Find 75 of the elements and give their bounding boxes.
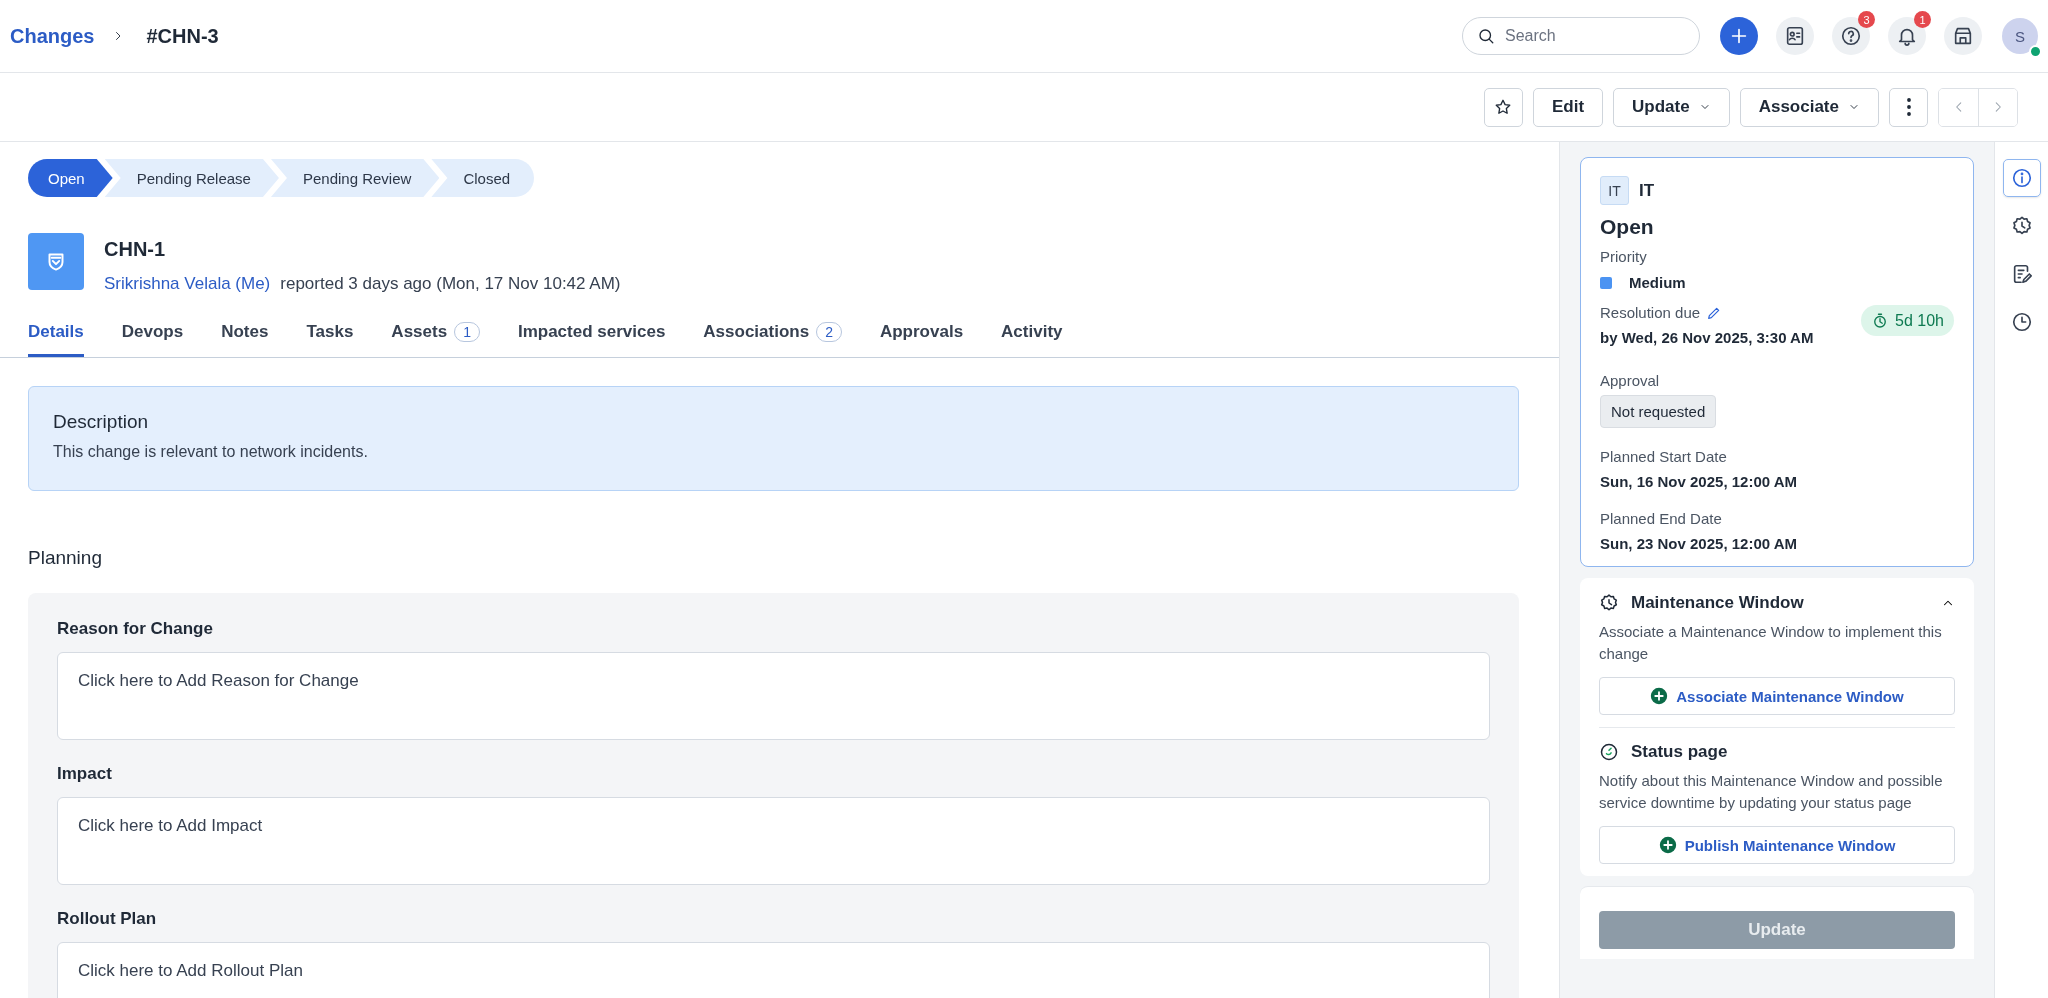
due-date: by Wed, 26 Nov 2025, 3:30 AM (1600, 329, 1814, 346)
field-label: Impact (57, 764, 113, 784)
add-button[interactable] (1720, 17, 1758, 55)
publish-button[interactable]: Publish Maintenance Window (1599, 826, 1955, 864)
section-title: Maintenance Window (1631, 593, 1805, 613)
gear-icon (1599, 593, 1619, 613)
description-text: This change is relevant to network incidents. (53, 443, 369, 461)
breadcrumb-link[interactable]: Changes (10, 24, 95, 48)
status-step[interactable]: Pending Review (270, 159, 440, 197)
tab[interactable]: Assets 1 (391, 322, 480, 357)
star-icon (1494, 98, 1513, 116)
date-value: Sun, 23 Nov 2025, 12:00 AM (1600, 535, 1799, 552)
store-icon (1952, 25, 1974, 47)
associate-button[interactable]: Associate Maintenance Window (1599, 677, 1955, 715)
record-title: CHN-1 (104, 238, 167, 261)
edit-button[interactable]: Edit (1532, 87, 1604, 127)
gear-icon (2010, 215, 2033, 237)
timer-badge: 5d 10h (1861, 305, 1954, 336)
date-value: Sun, 16 Nov 2025, 12:00 AM (1600, 473, 1799, 490)
tab[interactable]: Activity (1001, 322, 1063, 357)
count-badge: 3 (1858, 11, 1875, 28)
info-icon (2010, 167, 2033, 189)
reporter-link[interactable]: Srikrishna Velala (Me) (104, 274, 271, 294)
field-label: Resolution due (1600, 304, 1701, 321)
status-page-icon (1599, 742, 1619, 762)
search-icon (1477, 27, 1495, 45)
dropdown-button[interactable]: Associate (1739, 87, 1879, 127)
tab[interactable]: Associations 2 (703, 322, 842, 357)
text-field[interactable]: Click here to Add Impact (57, 797, 1490, 885)
contact-card-icon (1784, 25, 1806, 47)
tab[interactable]: Tasks (306, 322, 354, 357)
tab[interactable]: Impacted services (517, 322, 666, 357)
more-icon (1906, 98, 1911, 116)
field-label: Planned End Date (1600, 510, 1723, 527)
section-title: Planning (28, 547, 103, 569)
tab[interactable]: Devops (121, 322, 184, 357)
reported-time: reported 3 days ago (Mon, 17 Nov 10:42 AM) (280, 274, 621, 294)
side-panel-tab[interactable] (2002, 159, 2041, 197)
favorite-button[interactable] (1483, 87, 1523, 127)
section-title: Description (53, 411, 150, 433)
help-text: Notify about this Maintenance Window and possible service downtime by updating your status page (1599, 771, 1944, 813)
field-label: Rollout Plan (57, 909, 158, 929)
search-field[interactable]: Search (1462, 17, 1700, 55)
count-badge: 1 (1914, 11, 1931, 28)
dropdown-button[interactable]: Update (1613, 87, 1730, 127)
help-button[interactable] (1832, 17, 1870, 55)
field-label: Planned Start Date (1600, 448, 1728, 465)
status-step[interactable]: Open (28, 159, 113, 197)
tab[interactable]: Approvals (879, 322, 964, 357)
field-label: Reason for Change (57, 619, 214, 639)
contacts-button[interactable] (1776, 17, 1814, 55)
workspace-name: IT (1639, 180, 1655, 201)
status-text: Open (1600, 215, 1655, 239)
workspace-badge: IT (1600, 176, 1629, 205)
clock-icon (2010, 311, 2033, 333)
help-text: Associate a Maintenance Window to implement this change (1599, 622, 1943, 664)
store-button[interactable] (1944, 17, 1982, 55)
field-label: Approval (1600, 372, 1661, 389)
help-icon (1840, 25, 1862, 47)
tab[interactable]: Notes (221, 322, 269, 357)
notifications-button[interactable] (1888, 17, 1926, 55)
page-title: #CHN-3 (146, 24, 219, 48)
user-avatar[interactable]: S (2002, 18, 2038, 54)
section-title: Status page (1631, 742, 1729, 762)
tab[interactable]: Details (28, 322, 84, 357)
status-step[interactable]: Pending Release (104, 159, 279, 197)
field-label: Priority (1600, 248, 1648, 265)
priority-value: Medium (1629, 274, 1686, 291)
plus-icon (1650, 687, 1669, 705)
more-button[interactable] (1889, 87, 1928, 127)
text-field[interactable]: Click here to Add Rollout Plan (57, 942, 1490, 998)
approval-status: Not requested (1600, 395, 1717, 428)
text-field[interactable]: Click here to Add Reason for Change (57, 652, 1490, 740)
plus-icon (1658, 836, 1677, 854)
status-step[interactable]: Closed (431, 159, 535, 197)
